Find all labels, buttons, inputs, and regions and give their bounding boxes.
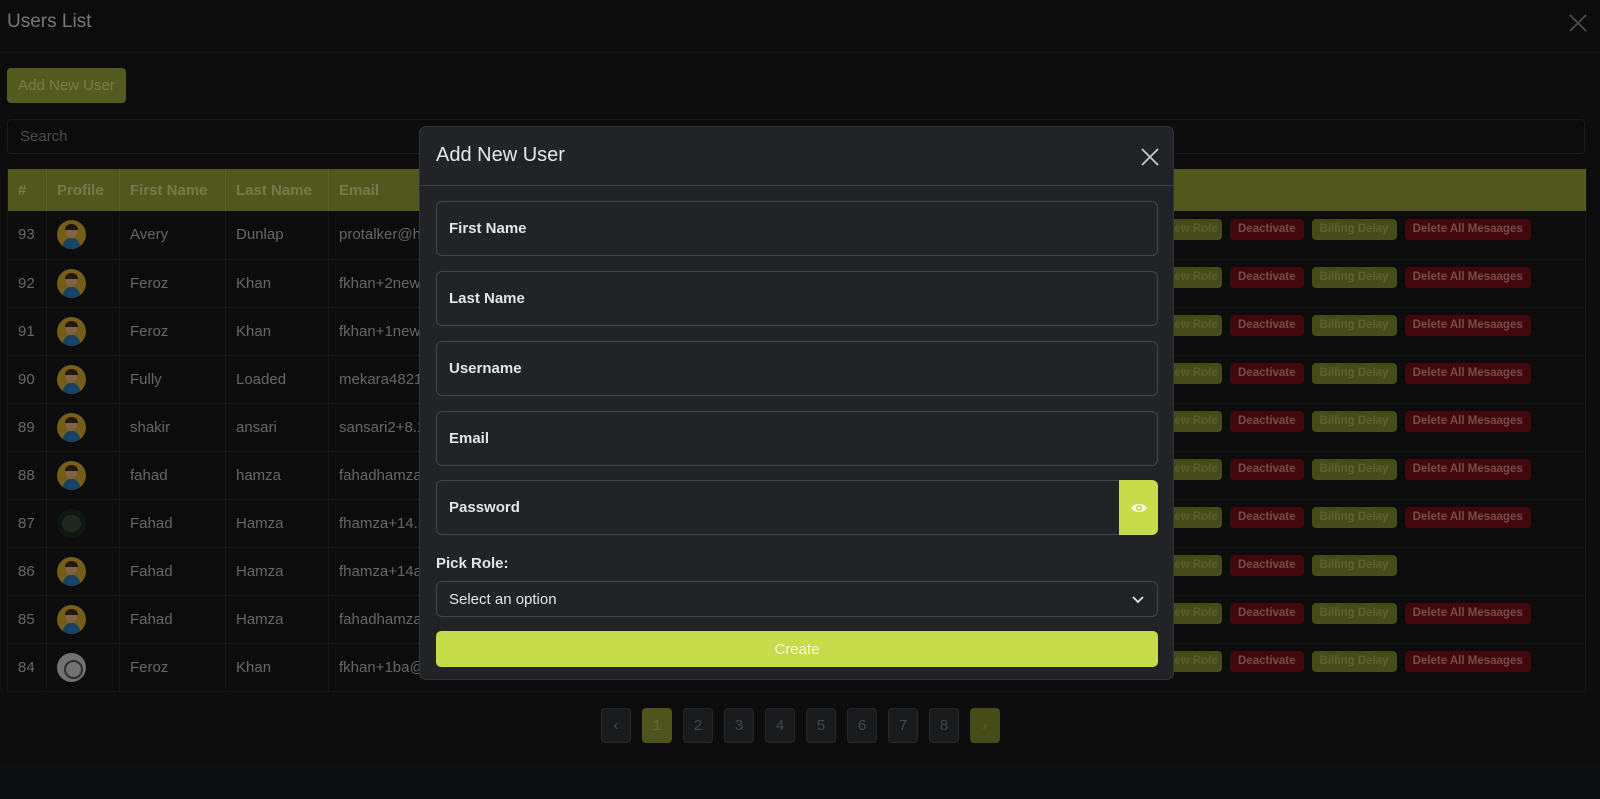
toggle-password-button[interactable] [1119,480,1158,535]
role-select[interactable]: Select an option [436,581,1158,617]
modal-title: Add New User [436,144,565,166]
chevron-down-icon [1131,592,1145,606]
modal-header: Add New User [420,127,1173,186]
email-field[interactable] [436,411,1158,466]
role-select-value: Select an option [449,590,557,608]
eye-icon [1130,499,1148,517]
username-field[interactable] [436,341,1158,396]
close-icon[interactable] [1140,147,1160,167]
last-name-field[interactable] [436,271,1158,326]
add-user-modal: Add New User Pick Role: Select an option… [419,126,1174,680]
first-name-field[interactable] [436,201,1158,256]
password-field[interactable] [436,480,1122,535]
create-button[interactable]: Create [436,631,1158,667]
role-label: Pick Role: [436,555,509,572]
